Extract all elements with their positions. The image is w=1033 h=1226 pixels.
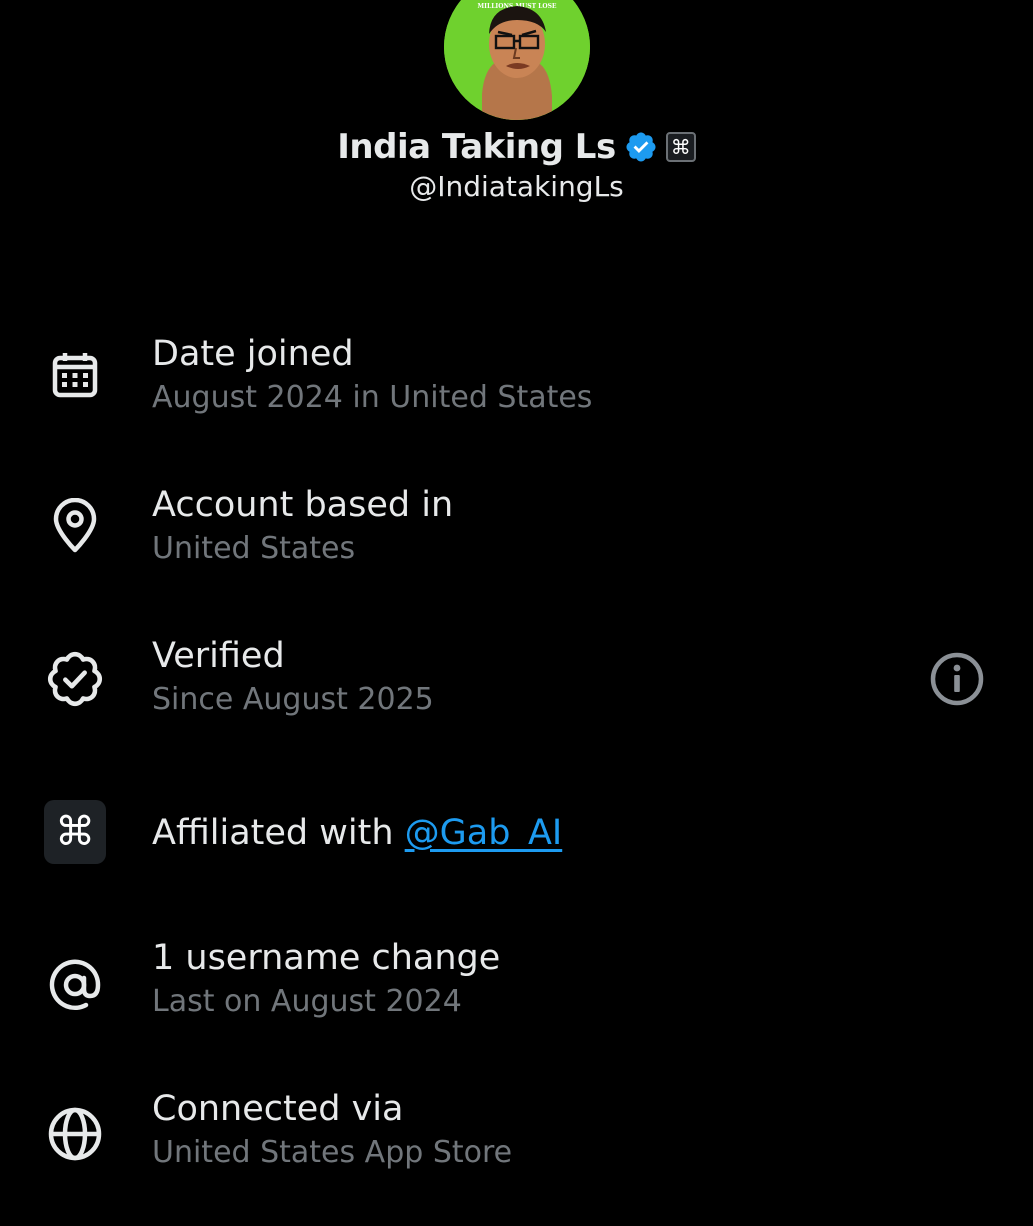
row-subtitle: United States App Store xyxy=(152,1135,513,1170)
display-name: India Taking Ls xyxy=(337,127,616,167)
row-title: 1 username change xyxy=(152,938,501,978)
list-item-date-joined: Date joined August 2024 in United States xyxy=(0,320,1033,471)
name-row: India Taking Ls ⌘ xyxy=(0,122,1033,172)
list-item-account-based-in: Account based in United States xyxy=(0,471,1033,622)
affiliate-link[interactable]: @Gab_AI xyxy=(405,813,563,853)
list-item-connected-via: Connected via United States App Store xyxy=(0,1075,1033,1226)
row-subtitle: United States xyxy=(152,531,356,566)
list-item-affiliated-with: ⌘ Affiliated with @Gab_AI xyxy=(0,773,1033,924)
row-title: Date joined xyxy=(152,334,354,374)
info-icon[interactable] xyxy=(928,650,986,708)
affiliated-with-label: Affiliated with xyxy=(152,813,405,853)
affiliate-badge-icon[interactable]: ⌘ xyxy=(665,132,696,162)
list-item-verified: Verified Since August 2025 xyxy=(0,622,1033,773)
account-info-list: Date joined August 2024 in United States… xyxy=(0,320,1033,1226)
profile-header: MILLIONS MUST LOSE India Taking Ls ⌘ @In… xyxy=(0,0,1033,230)
username-handle: @IndiatakingLs xyxy=(409,170,624,203)
list-item-username-change: 1 username change Last on August 2024 xyxy=(0,924,1033,1075)
affiliate-logo-glyph: ⌘ xyxy=(44,800,106,864)
row-title: Affiliated with @Gab_AI xyxy=(152,811,913,855)
verified-outline-icon xyxy=(44,648,106,710)
row-title: Connected via xyxy=(152,1089,404,1129)
at-sign-icon xyxy=(44,954,106,1016)
row-title: Verified xyxy=(152,636,285,676)
row-subtitle: Last on August 2024 xyxy=(152,984,462,1019)
globe-icon xyxy=(44,1103,106,1165)
verified-badge-icon[interactable] xyxy=(624,130,658,164)
row-subtitle: August 2024 in United States xyxy=(152,380,593,415)
row-subtitle: Since August 2025 xyxy=(152,682,434,717)
affiliate-logo-icon: ⌘ xyxy=(44,800,106,864)
calendar-icon xyxy=(44,344,106,406)
avatar-image: MILLIONS MUST LOSE xyxy=(444,0,590,120)
location-pin-icon xyxy=(44,495,106,557)
row-title: Account based in xyxy=(152,485,454,525)
avatar[interactable]: MILLIONS MUST LOSE xyxy=(444,0,590,120)
